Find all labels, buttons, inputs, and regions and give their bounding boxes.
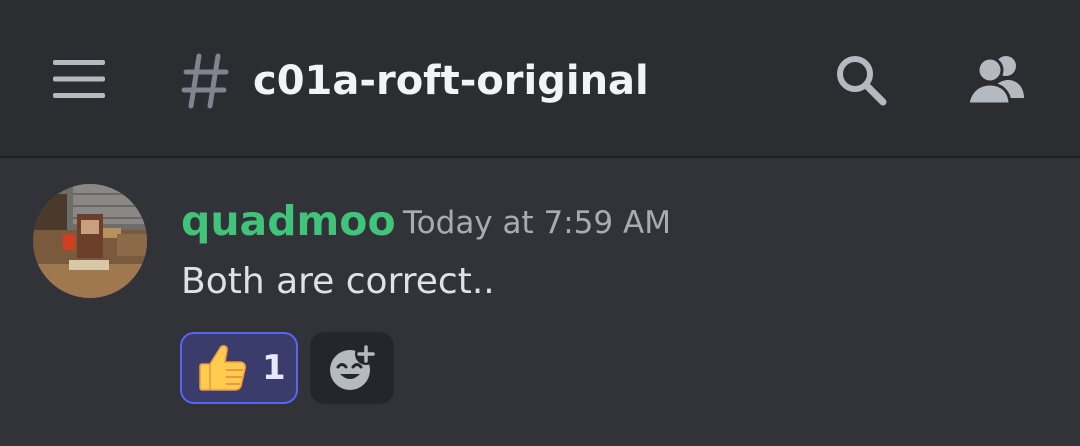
hash-icon <box>181 53 229 109</box>
channel-header: c01a-roft-original <box>0 0 1080 158</box>
search-button[interactable] <box>826 48 896 112</box>
thumbs-up-icon <box>199 345 246 391</box>
message-timestamp: Today at 7:59 AM <box>403 205 671 241</box>
reaction-count: 1 <box>262 348 286 388</box>
members-button[interactable] <box>960 48 1032 112</box>
message: quadmoo Today at 7:59 AM Both are correc… <box>0 160 1080 446</box>
search-icon <box>837 56 887 106</box>
message-author[interactable]: quadmoo <box>181 196 396 246</box>
channel-name[interactable]: c01a-roft-original <box>253 52 649 110</box>
add-reaction-icon <box>330 343 377 390</box>
menu-button[interactable] <box>46 50 112 108</box>
message-content: Both are correct.. <box>181 261 495 302</box>
members-icon <box>966 56 1024 106</box>
add-reaction-button[interactable] <box>310 332 394 404</box>
user-avatar-image <box>33 184 147 298</box>
reaction-thumbs-up[interactable]: 1 <box>180 332 298 404</box>
hamburger-menu-icon <box>53 60 105 98</box>
avatar[interactable] <box>33 184 147 298</box>
